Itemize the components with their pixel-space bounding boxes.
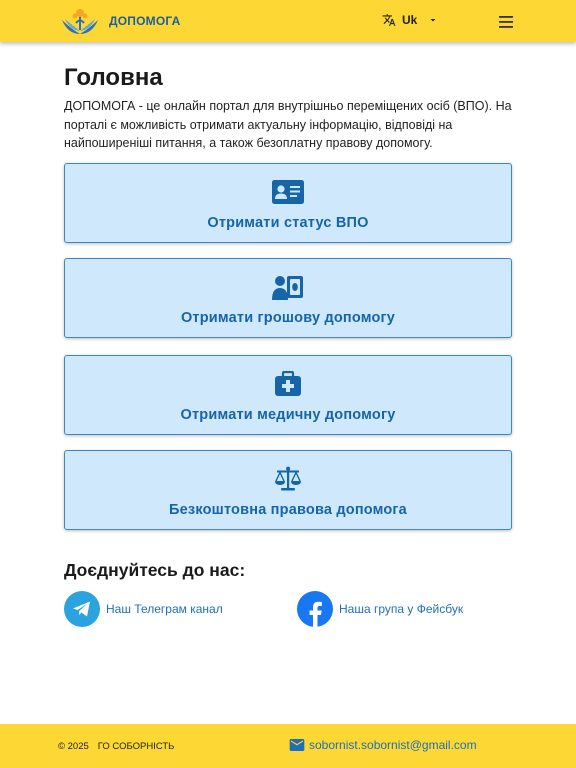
idp-status-card[interactable]: Отримати статус ВПО: [64, 163, 512, 243]
top-bar: ДОПОМОГА Uk: [0, 0, 576, 42]
org-name: ГО СОБОРНІСТЬ: [97, 741, 175, 752]
card-label: Отримати медичну допомогу: [180, 407, 396, 423]
scales-icon: [275, 466, 301, 491]
brand-name[interactable]: ДОПОМОГА: [109, 14, 181, 28]
footer: © 2025 ГО СОБОРНІСТЬ sobornist.sobornist…: [0, 724, 576, 768]
card-label: Отримати статус ВПО: [207, 215, 369, 231]
language-selector[interactable]: Uk: [382, 13, 439, 27]
mail-icon: [289, 739, 305, 751]
facebook-icon: [297, 591, 333, 627]
email-address: sobornist.sobornist@gmail.com: [309, 738, 477, 752]
language-label: Uk: [402, 13, 418, 27]
social-label: Наш Телеграм канал: [106, 602, 223, 616]
copyright: © 2025 ГО СОБОРНІСТЬ: [58, 741, 174, 752]
legal-aid-card[interactable]: Безкоштовна правова допомога: [64, 450, 512, 530]
financial-aid-card[interactable]: Отримати грошову допомогу: [64, 258, 512, 338]
social-label: Наша група у Фейсбук: [339, 602, 464, 616]
page-title: Головна: [64, 64, 163, 91]
card-label: Безкоштовна правова допомога: [169, 502, 407, 518]
card-label: Отримати грошову допомогу: [180, 310, 396, 326]
id-card-icon: [272, 180, 304, 204]
medical-aid-card[interactable]: Отримати медичну допомогу: [64, 355, 512, 435]
menu-icon[interactable]: [497, 14, 517, 30]
telegram-icon: [64, 591, 100, 627]
copyright-year: © 2025: [58, 741, 89, 752]
medical-kit-icon: [275, 371, 301, 396]
caret-down-icon: [430, 19, 436, 22]
email-link[interactable]: sobornist.sobornist@gmail.com: [289, 738, 477, 752]
translate-icon: [382, 14, 396, 26]
telegram-link[interactable]: Наш Телеграм канал: [64, 591, 223, 627]
facebook-link[interactable]: Наша група у Фейсбук: [297, 591, 463, 627]
join-us-heading: Доєднуйтесь до нас:: [64, 560, 246, 580]
intro-text: ДОПОМОГА - це онлайн портал для внутрішн…: [64, 99, 512, 150]
logo[interactable]: [58, 6, 102, 38]
money-hand-icon: [272, 276, 303, 300]
